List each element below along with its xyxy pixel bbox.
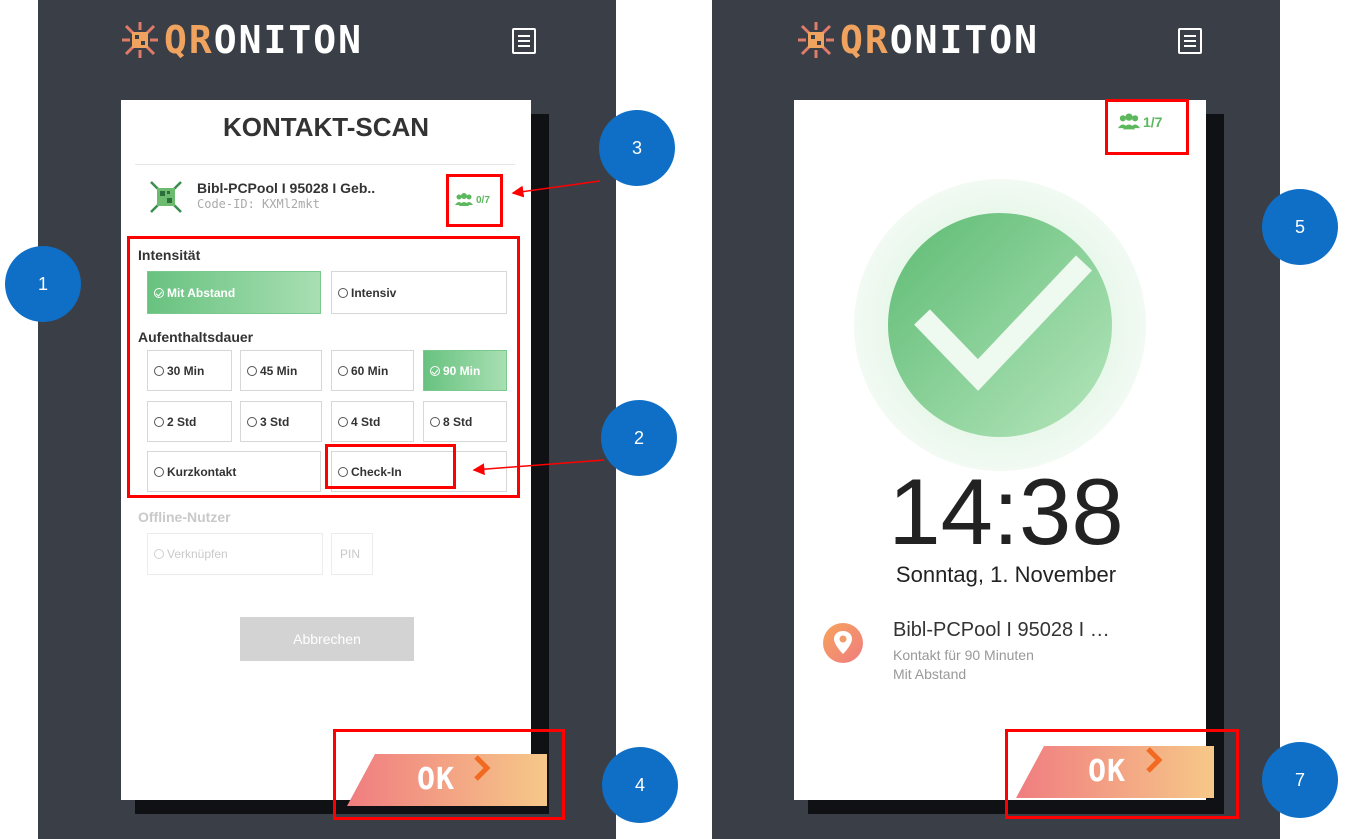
annotation-badge: 5 (1262, 189, 1338, 265)
annotation-badge: 3 (599, 110, 675, 186)
annotation-badge: 1 (5, 246, 81, 322)
arrow-to-check-in (472, 459, 605, 476)
annotation-badge: 7 (1262, 742, 1338, 818)
annotation-badge: 4 (602, 747, 678, 823)
arrow-to-count (511, 180, 601, 198)
annotation-badge: 2 (601, 400, 677, 476)
annotation-arrows (472, 180, 605, 476)
